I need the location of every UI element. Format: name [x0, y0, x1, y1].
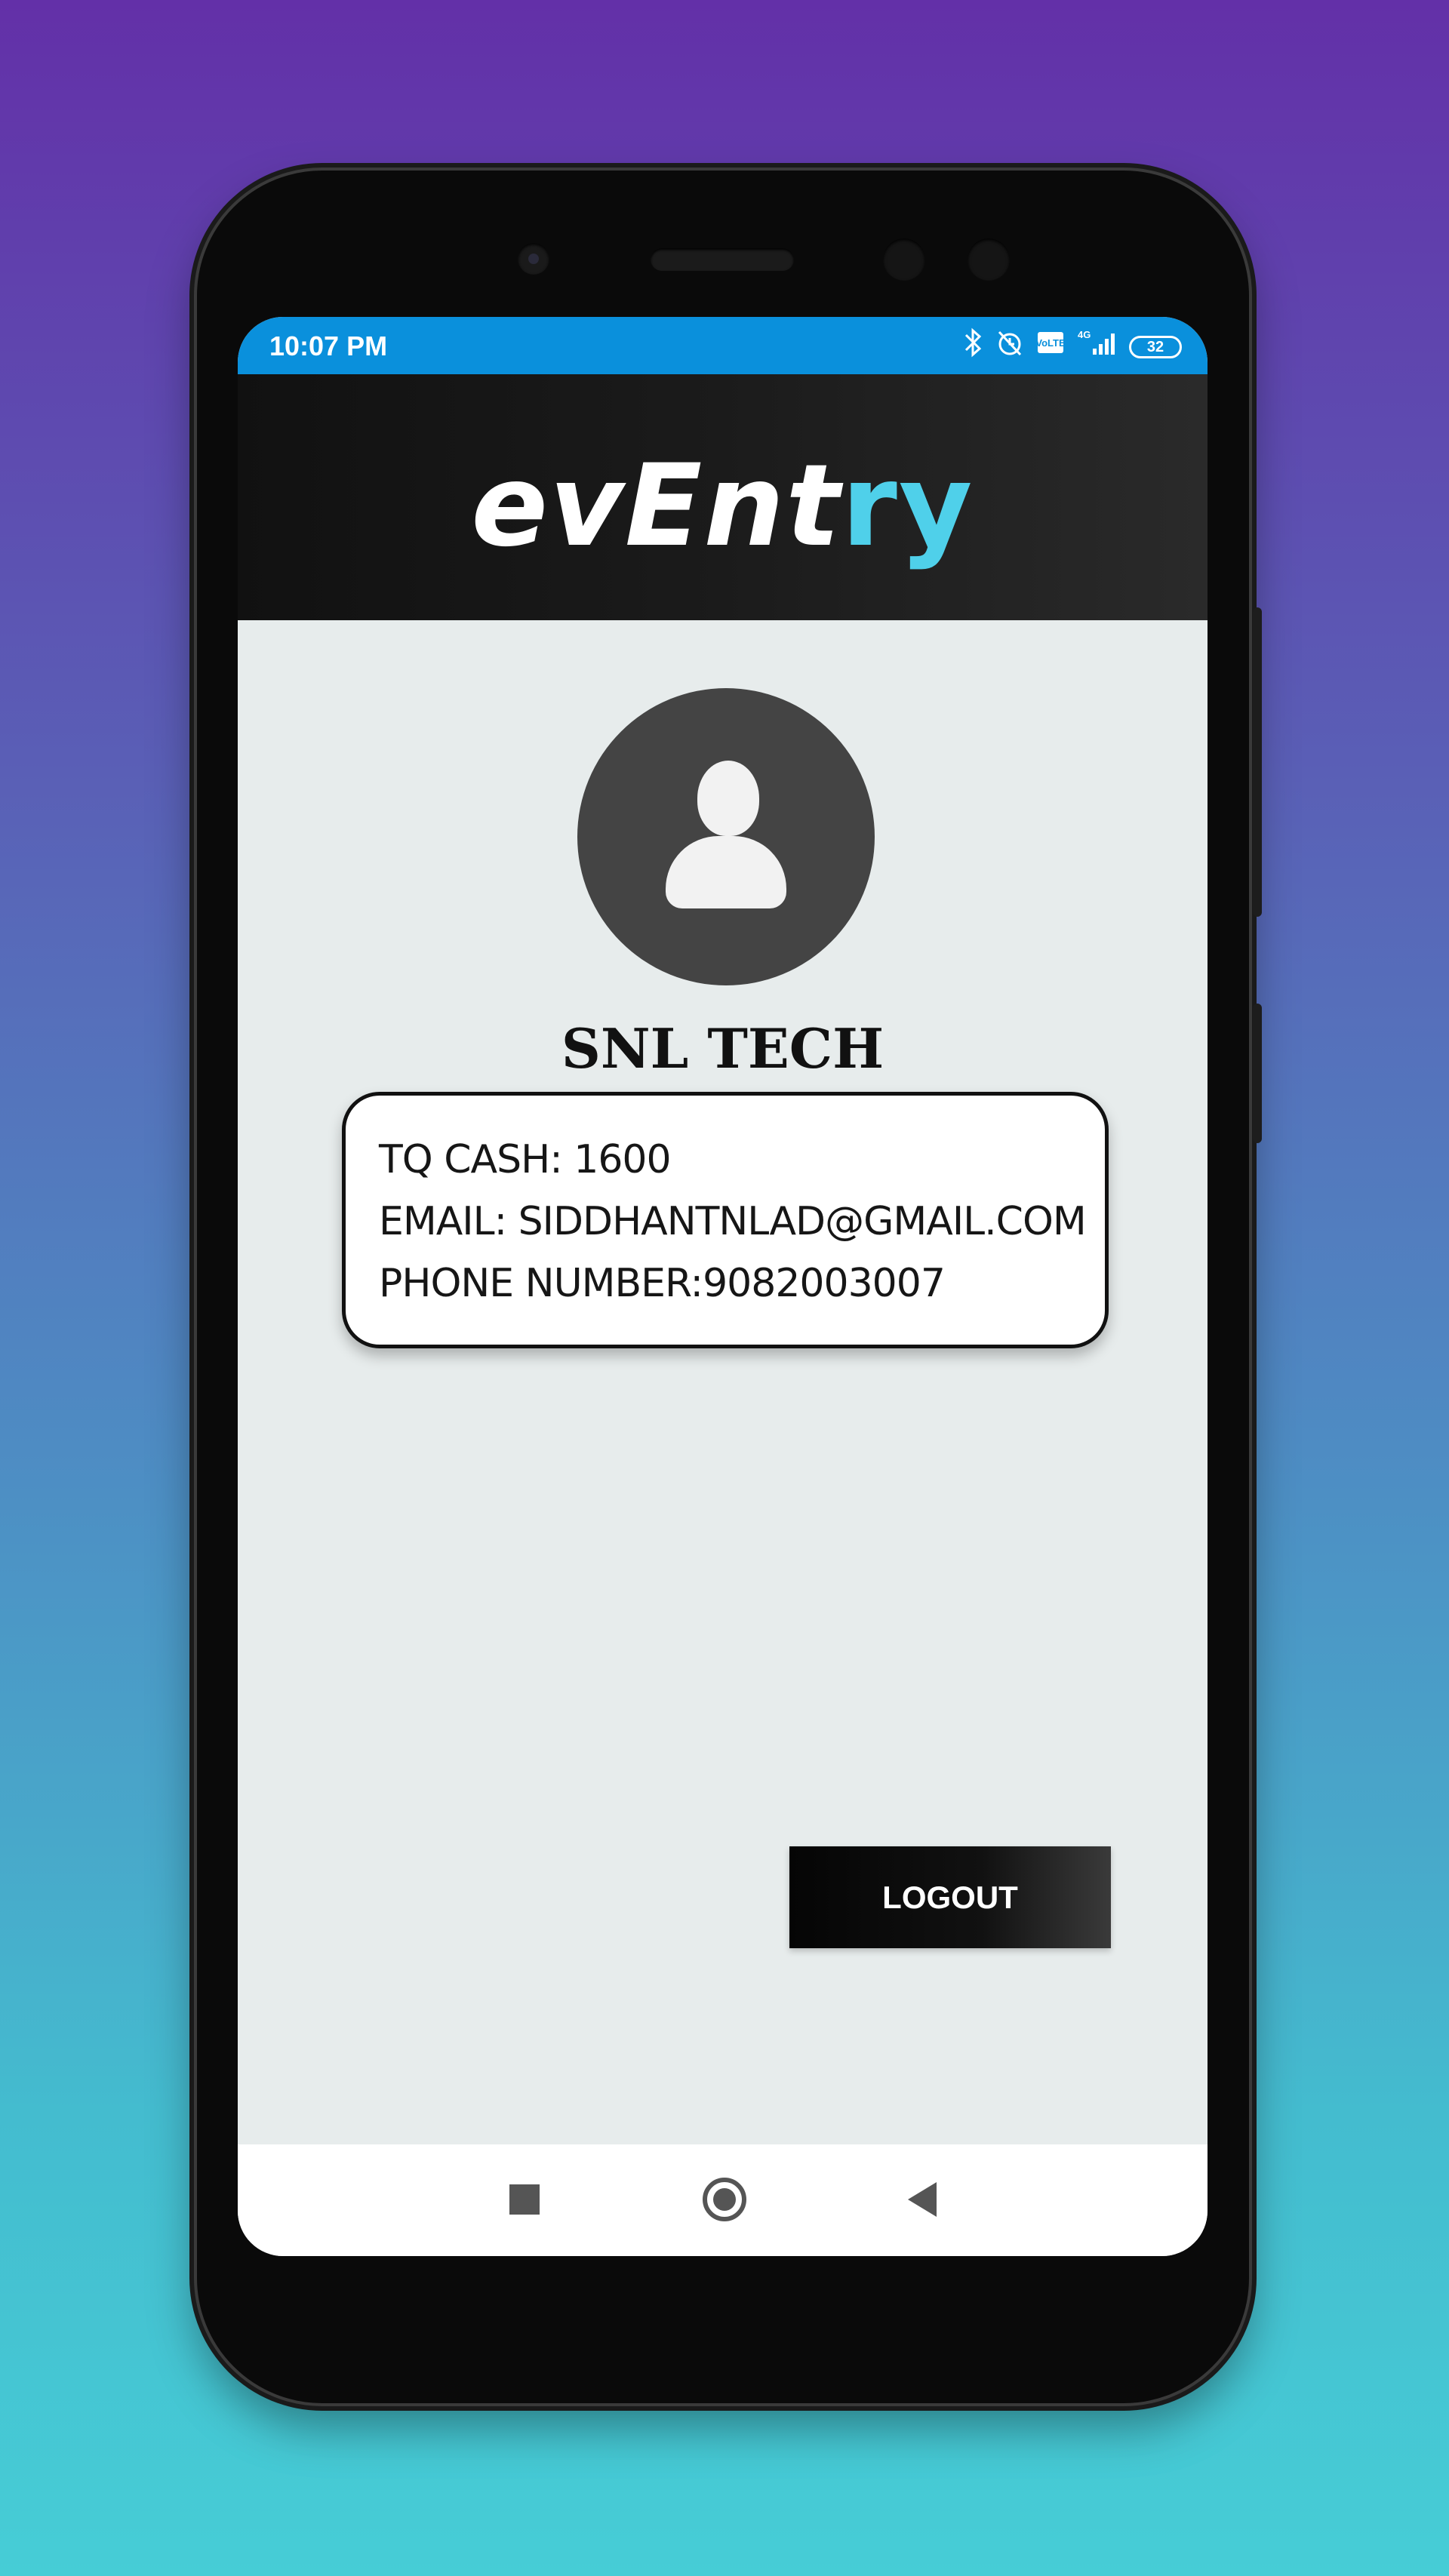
signal-icon: 4G	[1076, 327, 1118, 367]
home-circle-icon[interactable]	[703, 2178, 746, 2221]
front-camera	[518, 243, 549, 275]
navigation-bar	[238, 2144, 1208, 2256]
profile-name: SNL TECH	[561, 1016, 884, 1081]
status-time: 10:07 PM	[269, 330, 388, 361]
svg-text:VoLTE: VoLTE	[1035, 337, 1066, 349]
logo-part-white: evEnt	[471, 441, 841, 572]
logo-part-accent: ry	[841, 441, 974, 572]
volte-icon: VoLTE	[1035, 327, 1066, 367]
battery-icon: 32	[1129, 336, 1182, 358]
phone-number-text: PHONE NUMBER:9082003007	[379, 1261, 946, 1306]
profile-info-card: TQ CASH: 1600 EMAIL: SIDDHANTNLAD@GMAIL.…	[342, 1092, 1109, 1348]
app-header: evEntry	[238, 374, 1208, 620]
logout-button[interactable]: LOGOUT	[789, 1846, 1111, 1948]
profile-content: SNL TECH TQ CASH: 1600 EMAIL: SIDDHANTNL…	[238, 620, 1208, 2084]
volume-button	[1253, 1004, 1262, 1143]
power-button	[1253, 607, 1262, 917]
back-triangle-icon[interactable]	[908, 2182, 937, 2217]
recents-square-icon[interactable]	[509, 2184, 540, 2215]
tq-cash-text: TQ CASH: 1600	[379, 1137, 672, 1182]
alarm-off-icon	[995, 327, 1025, 367]
status-icons: VoLTE 4G 32	[963, 327, 1182, 367]
avatar-head	[697, 761, 759, 836]
svg-text:4G: 4G	[1078, 329, 1091, 340]
status-bar: 10:07 PM VoLTE 4G 32	[238, 317, 1208, 374]
sensor-1	[883, 238, 925, 281]
app-logo: evEntry	[238, 450, 1208, 563]
phone-screen: 10:07 PM VoLTE 4G 32 evEntry SNL TECH TQ…	[238, 317, 1208, 2256]
email-text: EMAIL: SIDDHANTNLAD@GMAIL.COM	[379, 1199, 1087, 1244]
sensor-2	[968, 238, 1010, 281]
earpiece-speaker	[651, 248, 794, 271]
user-icon	[577, 688, 875, 985]
bluetooth-icon	[963, 327, 984, 367]
avatar-body	[666, 836, 786, 908]
